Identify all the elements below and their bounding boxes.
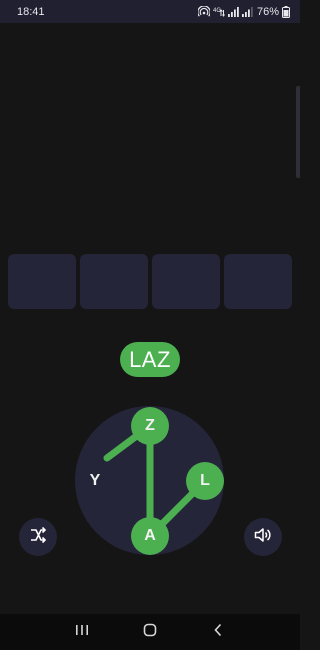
- home-icon: [143, 623, 157, 642]
- home-button[interactable]: [135, 617, 165, 647]
- back-icon: [213, 623, 223, 642]
- battery-icon: [282, 5, 290, 18]
- sound-button[interactable]: [244, 518, 282, 556]
- status-time: 18:41: [17, 5, 45, 18]
- game-screen: 18:41 4G 76% LAZ Z L A Y: [0, 0, 300, 650]
- navigation-bar: [0, 614, 300, 650]
- status-icons: 4G 76%: [197, 5, 290, 18]
- letter-wheel[interactable]: Z L A Y: [75, 406, 224, 555]
- status-bar: 18:41 4G 76%: [0, 0, 300, 23]
- battery-percent: 76%: [256, 5, 279, 18]
- recents-button[interactable]: [67, 617, 97, 647]
- answer-slots: [8, 254, 292, 309]
- scroll-handle[interactable]: [296, 86, 300, 178]
- shuffle-button[interactable]: [19, 518, 57, 556]
- signal-icon: [227, 6, 239, 17]
- answer-slot: [8, 254, 76, 309]
- letter-tile-l[interactable]: L: [186, 462, 224, 500]
- letter-tile-y[interactable]: Y: [76, 462, 114, 500]
- hotspot-icon: [197, 6, 210, 17]
- answer-slot: [224, 254, 292, 309]
- signal-icon: [241, 6, 253, 17]
- back-button[interactable]: [203, 617, 233, 647]
- shuffle-icon: [28, 525, 48, 550]
- answer-slot: [152, 254, 220, 309]
- letter-tile-z[interactable]: Z: [131, 407, 169, 445]
- volume-icon: [253, 525, 273, 550]
- current-word: LAZ: [120, 342, 180, 377]
- answer-slot: [80, 254, 148, 309]
- recents-icon: [75, 623, 89, 641]
- letter-tile-a[interactable]: A: [131, 517, 169, 555]
- network-4g-icon: 4G: [213, 6, 225, 17]
